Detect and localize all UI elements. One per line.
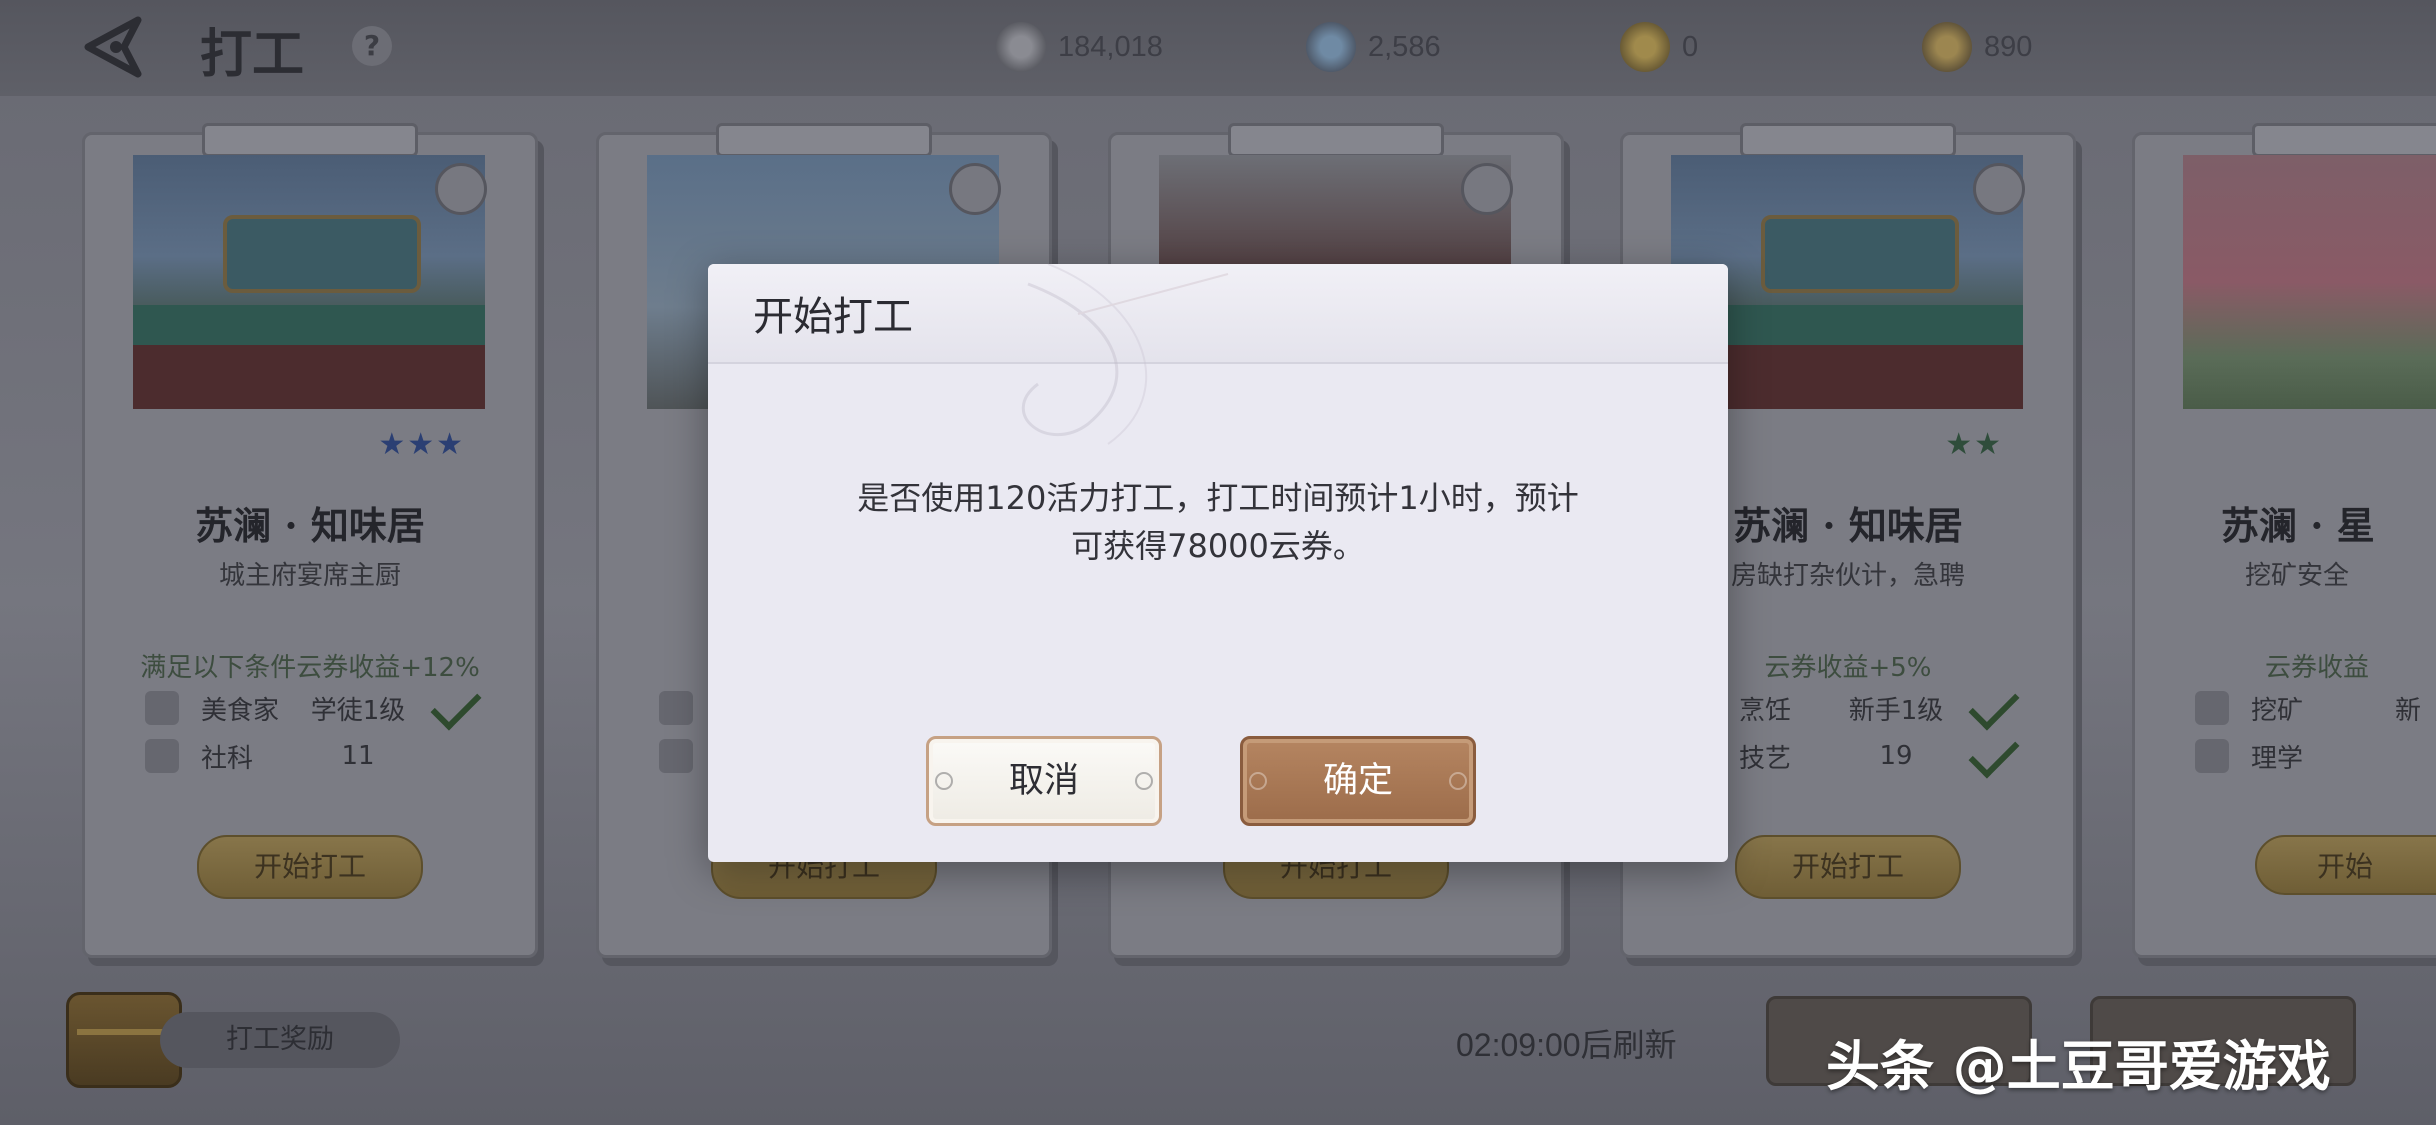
requirement-name: 理学 xyxy=(2251,743,2304,774)
shield-icon xyxy=(145,739,179,773)
job-card[interactable]: ★★★ 苏澜 · 知味居 城主府宴席主厨 满足以下条件云券收益+12% 美食家 … xyxy=(82,123,538,958)
start-work-button[interactable]: 开始打工 xyxy=(197,835,423,899)
currency-value: 184,018 xyxy=(1058,30,1163,63)
requirement-name: 技艺 xyxy=(1739,743,1792,774)
requirement-level: 新 xyxy=(2394,695,2421,726)
checkmark-icon xyxy=(1968,679,2020,731)
bag-icon xyxy=(1973,163,2025,215)
ornament-icon xyxy=(935,772,953,790)
background-screen: 打工 ? 184,018 2,586 0 890 ★★★ 苏澜 · 知味居 城主… xyxy=(0,0,2436,1125)
gem-icon xyxy=(1306,22,1356,72)
job-card[interactable]: 苏澜 · 星 挖矿安全 云券收益 挖矿 新 理学 开始 xyxy=(2132,123,2436,958)
help-icon[interactable]: ? xyxy=(352,26,392,66)
requirement-row: 挖矿 新 xyxy=(2195,687,2436,729)
card-clip xyxy=(1740,123,1956,157)
requirement-row: 社科 11 xyxy=(145,735,485,777)
requirement-level: 新手1级 xyxy=(1848,695,1944,726)
requirement-level: 11 xyxy=(341,741,375,771)
shield-icon xyxy=(659,739,693,773)
currency-value: 0 xyxy=(1682,30,1699,63)
card-clip xyxy=(2252,123,2436,157)
token-icon xyxy=(1922,22,1972,72)
silver-coin-icon xyxy=(996,22,1046,72)
card-subtitle: 挖矿安全 xyxy=(2245,561,2350,591)
requirement-name: 社科 xyxy=(201,743,254,774)
requirement-name: 烹饪 xyxy=(1739,695,1792,726)
start-work-button[interactable]: 开始 xyxy=(2255,835,2436,895)
requirement-level: 学徒1级 xyxy=(310,695,406,726)
start-work-button[interactable]: 开始打工 xyxy=(1735,835,1961,899)
card-clip xyxy=(202,123,418,157)
dialog-message-line: 是否使用120活力打工，打工时间预计1小时，预计 xyxy=(857,479,1579,517)
dialog-message: 是否使用120活力打工，打工时间预计1小时，预计 可获得78000云券。 xyxy=(788,474,1648,570)
cancel-button[interactable]: 取消 xyxy=(926,736,1162,826)
page-title: 打工 xyxy=(200,24,305,85)
trophy-icon xyxy=(145,691,179,725)
requirement-name: 挖矿 xyxy=(2251,695,2304,726)
confirm-button-label: 确定 xyxy=(1322,761,1393,801)
card-clip xyxy=(716,123,932,157)
card-clip xyxy=(1228,123,1444,157)
currency-value: 2,586 xyxy=(1368,30,1441,63)
watermark: 头条 @土豆哥爱游戏 xyxy=(1826,1035,2331,1098)
cancel-button-label: 取消 xyxy=(1008,761,1079,801)
card-condition: 云券收益 xyxy=(2265,653,2370,683)
card-image xyxy=(2183,155,2436,409)
currency-gem: 2,586 xyxy=(1306,22,1441,72)
rating-stars-icon: ★★ xyxy=(1945,427,2003,462)
rating-stars-icon: ★★★ xyxy=(378,427,465,462)
work-reward-button[interactable]: 打工奖励 xyxy=(160,1012,400,1068)
bag-icon xyxy=(435,163,487,215)
currency-value: 890 xyxy=(1984,30,2033,63)
ornament-icon xyxy=(1135,772,1153,790)
requirement-row: 美食家 学徒1级 xyxy=(145,679,485,731)
back-arrow-icon[interactable] xyxy=(80,14,150,80)
card-image xyxy=(133,155,485,409)
bag-icon xyxy=(949,163,1001,215)
currency-gold: 0 xyxy=(1620,22,1698,72)
refresh-timer: 02:09:00后刷新 xyxy=(1456,1027,1677,1063)
card-title: 苏澜 · 知味居 xyxy=(195,503,425,548)
confirm-button[interactable]: 确定 xyxy=(1240,736,1476,826)
requirement-row: 技艺 19 xyxy=(1683,727,2023,779)
trophy-icon xyxy=(659,691,693,725)
bag-icon xyxy=(1461,163,1513,215)
checkmark-icon xyxy=(1968,727,2020,779)
requirement-level: 19 xyxy=(1879,741,1913,771)
requirement-name: 美食家 xyxy=(201,695,280,726)
ornament-icon xyxy=(1249,772,1267,790)
currency-silver: 184,018 xyxy=(996,22,1163,72)
ornament-icon xyxy=(1449,772,1467,790)
card-subtitle: 城主府宴席主厨 xyxy=(218,561,401,591)
trophy-icon xyxy=(2195,691,2229,725)
requirement-row: 理学 xyxy=(2195,735,2436,777)
card-title: 苏澜 · 星 xyxy=(2221,503,2375,548)
checkmark-icon xyxy=(430,679,482,731)
decorative-swirl-icon xyxy=(1021,264,1229,445)
gold-coin-icon xyxy=(1620,22,1670,72)
top-bar: 打工 ? 184,018 2,586 0 890 xyxy=(0,0,2436,96)
currency-token: 890 xyxy=(1922,22,2032,72)
start-work-dialog: 开始打工 是否使用120活力打工，打工时间预计1小时，预计 可获得78000云券… xyxy=(708,264,1728,862)
dialog-message-line: 可获得78000云券。 xyxy=(1071,527,1365,565)
card-condition: 满足以下条件云券收益+12% xyxy=(140,653,480,683)
flask-icon xyxy=(2195,739,2229,773)
requirement-row: 烹饪 新手1级 xyxy=(1683,679,2023,731)
